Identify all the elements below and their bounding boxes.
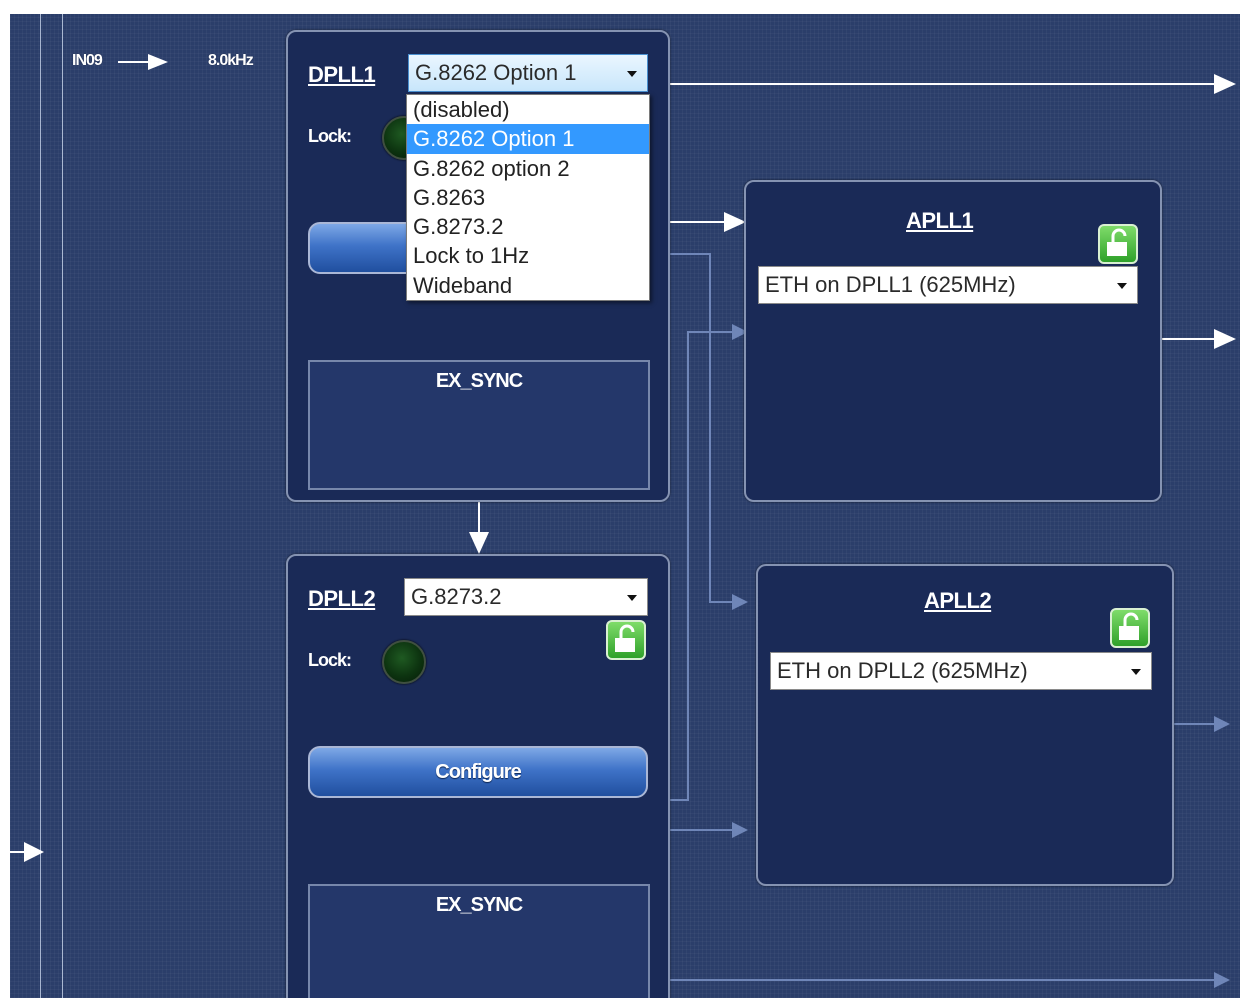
dpll1-mode-select[interactable]: G.8262 Option 1 bbox=[408, 54, 648, 92]
dpll1-to-apll2-wire bbox=[668, 253, 738, 603]
dpll2-exsync-label: EX_SYNC bbox=[435, 894, 523, 916]
arrow-right-icon bbox=[1214, 972, 1230, 988]
dpll2-exsync-box: EX_SYNC bbox=[308, 884, 650, 998]
arrow-right-icon bbox=[24, 842, 44, 862]
arrow-down-icon bbox=[469, 532, 489, 554]
dropdown-option[interactable]: G.8273.2 bbox=[407, 212, 649, 241]
arrow-right-icon bbox=[732, 594, 748, 610]
block-diagram-canvas: IN09 8.0kHz DPLL1 G.8262 Option 1 Lock: … bbox=[10, 14, 1240, 998]
chevron-down-icon bbox=[627, 595, 637, 601]
apll2-mode-value: ETH on DPLL2 (625MHz) bbox=[777, 658, 1028, 683]
dropdown-option-selected[interactable]: G.8262 Option 1 bbox=[407, 124, 649, 154]
arrow-right-icon bbox=[1214, 716, 1230, 732]
arrow-right-icon bbox=[724, 212, 746, 232]
dropdown-option[interactable]: Lock to 1Hz bbox=[407, 241, 649, 270]
dpll1-title[interactable]: DPLL1 bbox=[308, 62, 376, 88]
input-name-label: IN09 bbox=[72, 52, 103, 69]
apll2-mode-select[interactable]: ETH on DPLL2 (625MHz) bbox=[770, 652, 1152, 690]
apll1-title[interactable]: APLL1 bbox=[906, 208, 974, 234]
dpll2-configure-button[interactable]: Configure bbox=[308, 746, 648, 798]
unlock-icon[interactable] bbox=[1098, 224, 1138, 264]
dpll2-mode-value: G.8273.2 bbox=[411, 584, 502, 609]
unlock-icon-glyph bbox=[1119, 612, 1139, 640]
apll1-mode-select[interactable]: ETH on DPLL1 (625MHz) bbox=[758, 266, 1138, 304]
unlock-icon[interactable] bbox=[606, 620, 646, 660]
apll1-panel: APLL1 ETH on DPLL1 (625MHz) bbox=[744, 180, 1162, 502]
dpll1-exsync-label: EX_SYNC bbox=[435, 370, 523, 392]
dropdown-option[interactable]: Wideband bbox=[407, 271, 649, 300]
unlock-icon-glyph bbox=[615, 624, 635, 652]
dropdown-option[interactable]: (disabled) bbox=[407, 95, 649, 124]
dropdown-option[interactable]: G.8262 option 2 bbox=[407, 154, 649, 183]
apll2-title[interactable]: APLL2 bbox=[924, 588, 992, 614]
apll1-mode-value: ETH on DPLL1 (625MHz) bbox=[765, 272, 1016, 297]
dropdown-option[interactable]: G.8263 bbox=[407, 183, 649, 212]
dpll1-lock-label: Lock: bbox=[308, 126, 352, 146]
dpll1-exsync-box: EX_SYNC bbox=[308, 360, 650, 490]
dpll1-mode-value: G.8262 Option 1 bbox=[415, 60, 577, 85]
arrow-right-icon bbox=[148, 54, 168, 70]
dpll2-lock-label: Lock: bbox=[308, 650, 352, 670]
arrow-right-icon bbox=[1214, 329, 1236, 349]
input-frequency-label: 8.0kHz bbox=[208, 52, 254, 69]
arrow-right-icon bbox=[1214, 74, 1236, 94]
chevron-down-icon bbox=[627, 71, 637, 77]
led-icon bbox=[382, 640, 426, 684]
chevron-down-icon bbox=[1131, 669, 1141, 675]
dpll2-to-apll1-wire bbox=[668, 331, 738, 801]
dpll2-mode-select[interactable]: G.8273.2 bbox=[404, 578, 648, 616]
arrow-right-icon bbox=[732, 822, 748, 838]
unlock-icon[interactable] bbox=[1110, 608, 1150, 648]
apll2-panel: APLL2 ETH on DPLL2 (625MHz) bbox=[756, 564, 1174, 886]
dpll2-panel: DPLL2 G.8273.2 Lock: Configure EX_SYNC bbox=[286, 554, 670, 998]
dpll1-mode-dropdown-list[interactable]: (disabled) G.8262 Option 1 G.8262 option… bbox=[406, 94, 650, 302]
chevron-down-icon bbox=[1117, 283, 1127, 289]
dpll2-title[interactable]: DPLL2 bbox=[308, 586, 376, 612]
unlock-icon-glyph bbox=[1107, 228, 1127, 256]
